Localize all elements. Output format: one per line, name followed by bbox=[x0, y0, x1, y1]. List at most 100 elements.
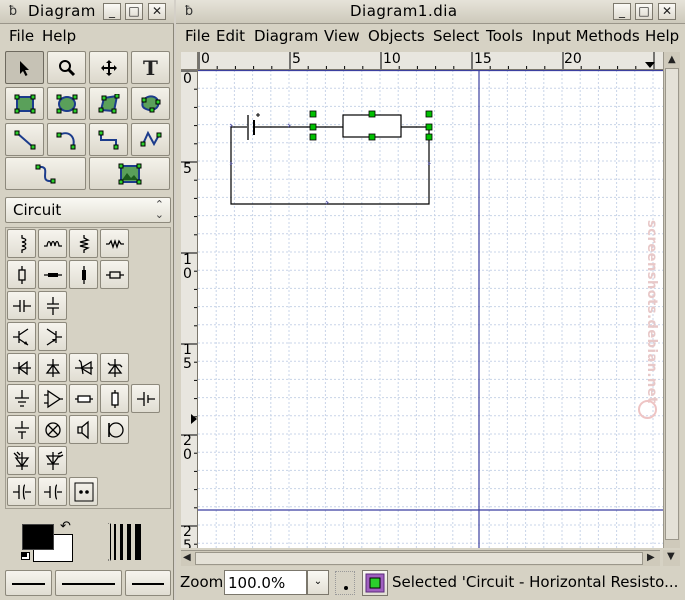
end-arrow-button[interactable] bbox=[125, 570, 171, 596]
vertical-scroll-thumb[interactable] bbox=[665, 68, 679, 540]
horizontal-scroll-thumb[interactable] bbox=[195, 552, 643, 565]
circuit-wires[interactable] bbox=[230, 126, 430, 205]
line-width-selector[interactable] bbox=[108, 523, 148, 561]
shape-horizontal-zener[interactable] bbox=[69, 353, 98, 382]
menu-edit[interactable]: Edit bbox=[216, 27, 245, 45]
shape-vertical-component[interactable] bbox=[100, 384, 129, 413]
pointer-icon bbox=[19, 60, 29, 76]
shape-pnp-transistor[interactable] bbox=[38, 322, 67, 351]
shape-vertical-battery[interactable] bbox=[7, 415, 36, 444]
maximize-button[interactable]: □ bbox=[125, 3, 143, 20]
shape-horizontal-battery[interactable] bbox=[131, 384, 160, 413]
vertical-scrollbar[interactable]: ▲ bbox=[663, 52, 680, 548]
line-tool-button[interactable] bbox=[5, 123, 44, 156]
shape-relay-right[interactable] bbox=[38, 477, 67, 506]
canvas-drawing[interactable] bbox=[198, 70, 663, 548]
vertical-fuse-icon bbox=[81, 265, 86, 284]
shape-vertical-zener[interactable] bbox=[100, 353, 129, 382]
swap-colors-icon[interactable]: ↶ bbox=[60, 519, 71, 534]
shape-operational-amplifier[interactable] bbox=[38, 384, 67, 413]
shape-horizontal-capacitor[interactable] bbox=[7, 291, 36, 320]
close-button[interactable]: ✕ bbox=[148, 3, 166, 20]
scroll-right-icon[interactable]: ▶ bbox=[647, 552, 655, 563]
ellipse-tool-button[interactable] bbox=[47, 87, 86, 120]
toolbox-titlebar[interactable]: ƀ Diagram _ □ ✕ bbox=[0, 0, 174, 24]
shape-horizontal-lamp[interactable] bbox=[69, 384, 98, 413]
start-arrow-button[interactable] bbox=[5, 570, 52, 596]
shape-microphone[interactable] bbox=[100, 415, 129, 444]
menu-input-methods[interactable]: Input Methods bbox=[532, 27, 640, 45]
bezierline-tool-button[interactable] bbox=[5, 157, 86, 190]
zoom-input[interactable] bbox=[224, 570, 307, 595]
menu-file[interactable]: File bbox=[9, 27, 34, 45]
sheet-selector[interactable]: Circuit ⌃ ⌄ bbox=[5, 197, 171, 223]
speaker-icon bbox=[76, 420, 89, 439]
shape-horizontal-zener-diode[interactable] bbox=[7, 353, 36, 382]
line-style-button[interactable] bbox=[55, 570, 122, 596]
color-area: ↶ bbox=[0, 518, 174, 568]
shape-connection-points[interactable] bbox=[69, 477, 98, 506]
line-style-buttons bbox=[5, 570, 171, 597]
menu-select[interactable]: Select bbox=[433, 27, 479, 45]
scroll-left-icon[interactable]: ◀ bbox=[183, 552, 191, 563]
diagram-canvas[interactable]: screenshots.debian.net bbox=[198, 70, 663, 548]
menu-help[interactable]: Help bbox=[42, 27, 76, 45]
shape-vertical-resistor[interactable] bbox=[7, 260, 36, 289]
shape-npn-transistor[interactable] bbox=[7, 322, 36, 351]
ruler-v-label: 2 0 bbox=[183, 433, 192, 463]
wire-loop[interactable] bbox=[230, 127, 430, 205]
shape-horizontal-fuse[interactable] bbox=[38, 260, 67, 289]
magnify-tool-button[interactable] bbox=[47, 51, 86, 84]
modify-tool-button[interactable] bbox=[5, 51, 44, 84]
menu-diagram[interactable]: Diagram bbox=[254, 27, 318, 45]
shape-horizontal-resistor[interactable] bbox=[100, 260, 129, 289]
menu-help[interactable]: Help bbox=[645, 27, 679, 45]
beziergon-tool-button[interactable] bbox=[131, 87, 170, 120]
box-tool-button[interactable] bbox=[5, 87, 44, 120]
beziergon-icon bbox=[140, 94, 160, 112]
shape-speaker[interactable] bbox=[69, 415, 98, 444]
minimize-button[interactable]: _ bbox=[613, 3, 631, 20]
ruler-v-label: 1 5 bbox=[183, 342, 192, 372]
text-tool-button[interactable]: T bbox=[131, 51, 170, 84]
scroll-up-icon[interactable]: ▲ bbox=[668, 54, 676, 65]
shape-vertical-diode[interactable] bbox=[38, 353, 67, 382]
shape-vertical-fuse[interactable] bbox=[69, 260, 98, 289]
default-colors-icon[interactable] bbox=[21, 552, 30, 560]
vertical-resistor-icon bbox=[17, 265, 26, 284]
object-snap-button[interactable] bbox=[362, 570, 388, 596]
shape-lamp[interactable] bbox=[38, 415, 67, 444]
menu-file[interactable]: File bbox=[185, 27, 210, 45]
diagram-titlebar[interactable]: ƀ Diagram1.dia _ □ ✕ bbox=[176, 0, 685, 24]
shape-vertical-capacitor[interactable] bbox=[38, 291, 67, 320]
maximize-button[interactable]: □ bbox=[635, 3, 653, 20]
shape-horizontal-resistor-de[interactable] bbox=[100, 229, 129, 258]
snap-toggle-button[interactable] bbox=[334, 571, 356, 595]
zoom-dropdown-button[interactable]: ⌄ bbox=[307, 570, 329, 595]
arc-tool-button[interactable] bbox=[47, 123, 86, 156]
shape-horizontal-inductor[interactable] bbox=[38, 229, 67, 258]
menu-tools[interactable]: Tools bbox=[486, 27, 523, 45]
horizontal-scrollbar[interactable]: ◀ ▶ bbox=[181, 550, 660, 566]
menu-objects[interactable]: Objects bbox=[368, 27, 425, 45]
shape-ground[interactable] bbox=[7, 384, 36, 413]
foreground-color-swatch[interactable] bbox=[22, 524, 54, 550]
line-icon bbox=[14, 130, 35, 149]
polygon-tool-button[interactable] bbox=[89, 87, 128, 120]
polyline-tool-button[interactable] bbox=[131, 123, 170, 156]
scroll-tool-button[interactable] bbox=[89, 51, 128, 84]
shape-led[interactable] bbox=[38, 446, 67, 475]
horizontal-capacitor-icon bbox=[12, 299, 31, 312]
minimize-button[interactable]: _ bbox=[103, 3, 121, 20]
minimize-icon: _ bbox=[109, 4, 115, 18]
image-tool-button[interactable] bbox=[89, 157, 170, 190]
vertical-diode-icon bbox=[45, 358, 60, 377]
shape-relay-left[interactable] bbox=[7, 477, 36, 506]
close-button[interactable]: ✕ bbox=[658, 3, 676, 20]
zigzagline-tool-button[interactable] bbox=[89, 123, 128, 156]
menu-view[interactable]: View bbox=[324, 27, 360, 45]
shape-photo-diode[interactable] bbox=[7, 446, 36, 475]
shape-vertical-resistor-de[interactable] bbox=[69, 229, 98, 258]
scroll-down-icon[interactable]: ▼ bbox=[667, 551, 675, 562]
shape-vertical-inductor[interactable] bbox=[7, 229, 36, 258]
